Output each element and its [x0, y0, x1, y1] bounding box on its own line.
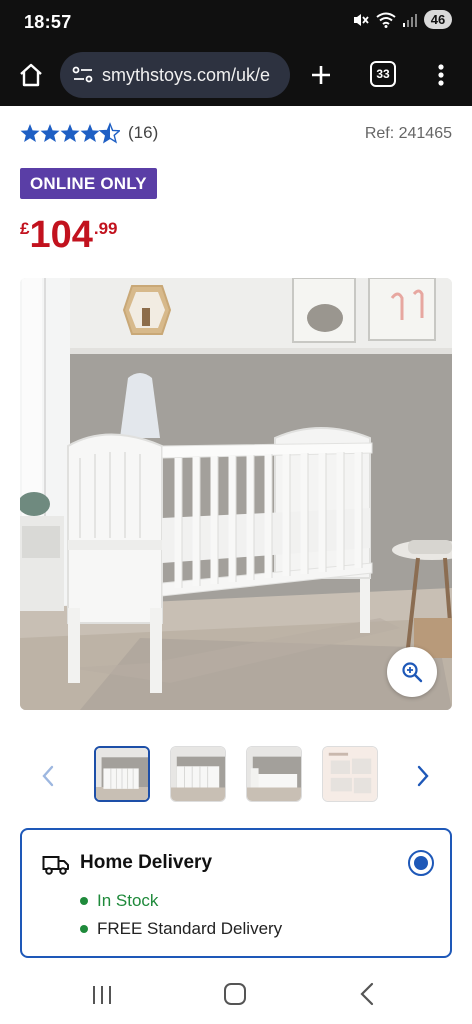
url-text: smythstoys.com/uk/e [102, 64, 271, 85]
thumbnail-image [323, 747, 377, 801]
status-icons: 46 [352, 10, 452, 29]
stock-label: In Stock [97, 891, 159, 910]
half-star-icon [98, 122, 120, 144]
thumbnail-image [96, 748, 148, 800]
chevron-left-icon [42, 765, 54, 787]
gallery-thumbnail[interactable] [246, 746, 302, 802]
stars-graphic [20, 122, 120, 144]
url-bar[interactable]: smythstoys.com/uk/e [60, 52, 290, 98]
gallery-thumbnail[interactable] [170, 746, 226, 802]
system-nav-bar [0, 966, 472, 1024]
home-button[interactable] [14, 58, 48, 92]
battery-level: 46 [424, 10, 452, 29]
price: £ 104 .99 [20, 216, 118, 254]
thumbnail-image [171, 747, 225, 801]
site-settings-icon[interactable] [72, 65, 94, 85]
status-time: 18:57 [24, 12, 72, 32]
mute-icon [352, 11, 370, 29]
rating-row[interactable]: (16) [20, 122, 158, 144]
home-delivery-option[interactable]: Home Delivery In Stock FREE Standard Del… [20, 828, 452, 958]
recents-icon[interactable] [90, 984, 114, 1006]
browser-menu-button[interactable] [428, 58, 454, 92]
star-icon [60, 124, 80, 142]
review-count[interactable]: (16) [128, 123, 158, 143]
truck-icon [42, 854, 70, 881]
gallery-thumbnail[interactable] [322, 746, 378, 802]
browser-toolbar: smythstoys.com/uk/e 33 [0, 44, 472, 106]
zoom-button[interactable] [387, 647, 437, 697]
delivery-cost-label: FREE Standard Delivery [97, 919, 283, 938]
status-dot [80, 925, 88, 933]
new-tab-button[interactable] [304, 58, 338, 92]
delivery-radio[interactable] [408, 850, 434, 876]
delivery-cost: FREE Standard Delivery [80, 919, 282, 939]
star-icon [20, 124, 40, 142]
plus-icon [312, 66, 330, 84]
status-dot [80, 897, 88, 905]
gallery-prev-button[interactable] [36, 762, 60, 790]
zoom-in-icon [402, 662, 423, 683]
more-vert-icon [438, 64, 444, 86]
status-bar: 18:57 46 [0, 0, 472, 44]
star-icon [40, 124, 60, 142]
tab-switcher-button[interactable]: 33 [370, 61, 396, 87]
cot-bed-photo [20, 278, 452, 710]
home-nav-button[interactable] [224, 983, 246, 1005]
stock-status: In Stock [80, 891, 158, 911]
wifi-icon [376, 12, 396, 28]
star-icon [80, 124, 100, 142]
signal-icon [402, 12, 418, 28]
home-icon [20, 63, 42, 87]
price-pounds: 104 [29, 214, 93, 256]
radio-selected-dot [414, 856, 428, 870]
online-only-badge: ONLINE ONLY [20, 168, 157, 199]
back-icon[interactable] [356, 981, 378, 1007]
star-rating [20, 122, 120, 144]
delivery-title: Home Delivery [80, 852, 213, 873]
gallery-thumbnail[interactable] [94, 746, 150, 802]
price-pence: .99 [93, 219, 118, 238]
price-currency: £ [20, 219, 30, 238]
gallery-next-button[interactable] [411, 762, 435, 790]
thumbnail-image [247, 747, 301, 801]
chevron-right-icon [417, 765, 429, 787]
product-ref: Ref: 241465 [364, 125, 452, 142]
product-image[interactable] [20, 278, 452, 710]
